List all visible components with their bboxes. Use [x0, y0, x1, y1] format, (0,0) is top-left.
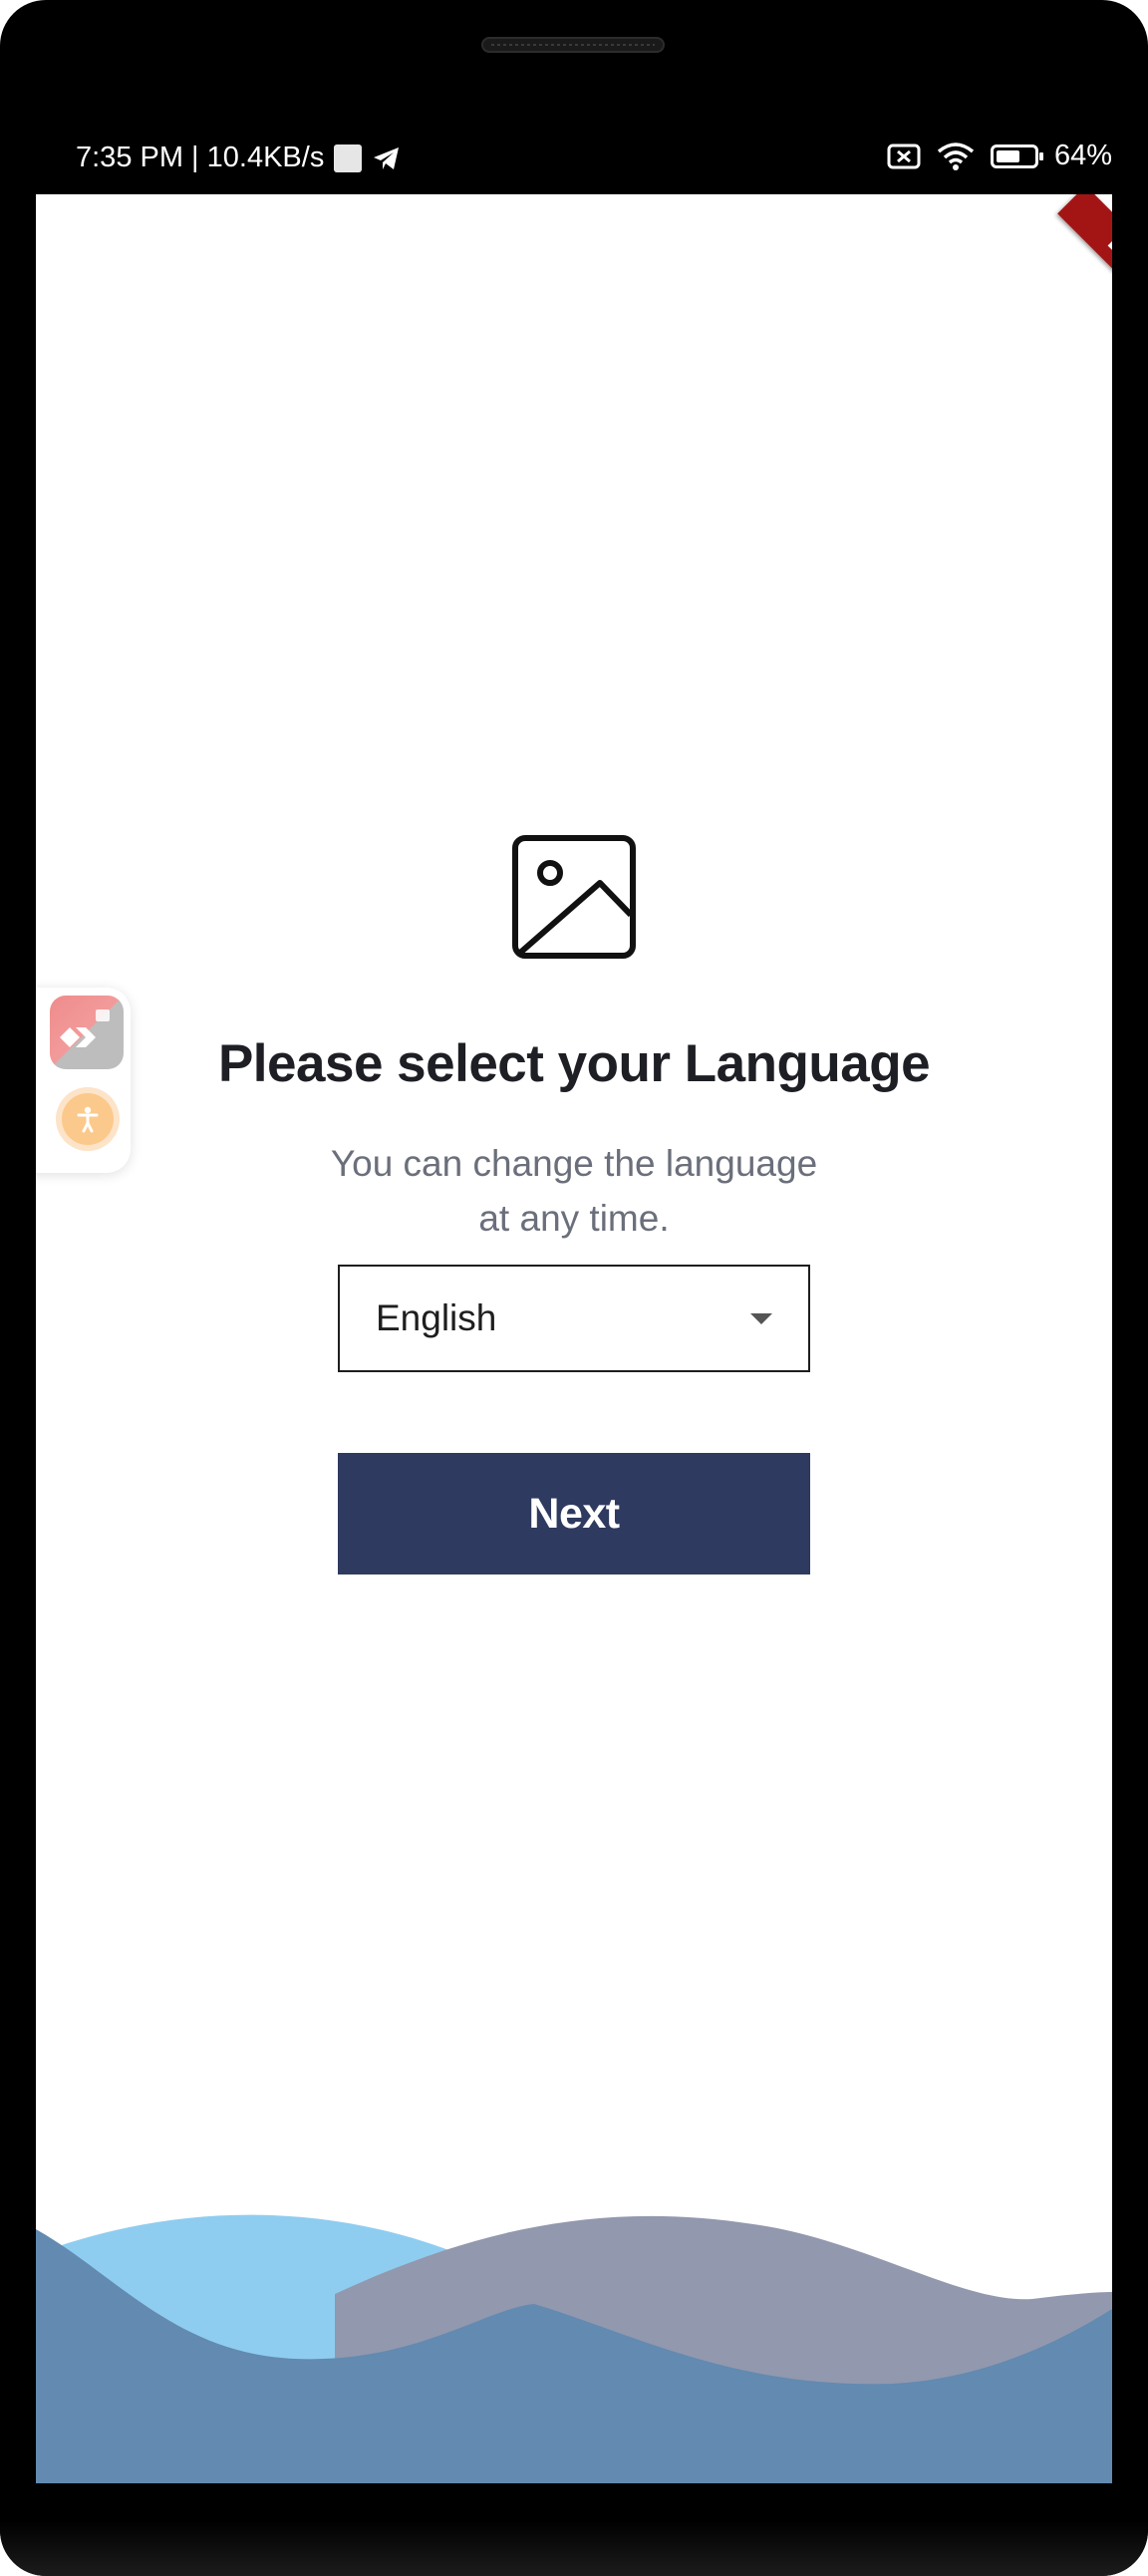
page-subtitle: You can change the language at any time.: [330, 1143, 818, 1239]
wifi-icon: [937, 142, 975, 170]
language-selected-value: English: [376, 1297, 497, 1338]
next-button[interactable]: Next: [338, 1453, 810, 1574]
phone-frame: 7:35 PM | 10.4KB/s 64% DEBUG Please sele…: [0, 0, 1148, 2576]
status-right: 64%: [887, 140, 1112, 172]
floating-shortcut-panel: [36, 988, 131, 1173]
anydesk-icon[interactable]: [50, 996, 124, 1069]
language-dropdown[interactable]: English: [338, 1265, 810, 1372]
debug-banner: DEBUG: [1057, 194, 1112, 355]
speaker-grille: [481, 37, 665, 53]
accessibility-button[interactable]: [56, 1087, 120, 1151]
sim-error-icon: [887, 143, 921, 168]
telegram-icon: [374, 146, 400, 169]
accessibility-figure-icon: [77, 1106, 99, 1133]
image-placeholder-icon: [512, 835, 636, 959]
caret-down-icon: [750, 1312, 772, 1324]
accessibility-icon: [62, 1093, 114, 1145]
bottom-bezel: [0, 2521, 1148, 2576]
status-left: 7:35 PM | 10.4KB/s: [76, 142, 402, 174]
battery-percent: 64%: [1053, 140, 1112, 171]
status-bar: 7:35 PM | 10.4KB/s 64%: [36, 118, 1112, 201]
image-square-icon: [334, 143, 363, 172]
battery-level-fill: [996, 149, 1019, 162]
battery-icon: [990, 143, 1043, 168]
status-time-speed: 7:35 PM | 10.4KB/s: [76, 142, 325, 173]
app-screen: DEBUG Please select your Language You ca…: [36, 194, 1112, 2483]
decorative-waves: [36, 2214, 1112, 2483]
anydesk-glyph-icon: [60, 1009, 110, 1047]
page-title: Please select your Language: [217, 1034, 931, 1093]
